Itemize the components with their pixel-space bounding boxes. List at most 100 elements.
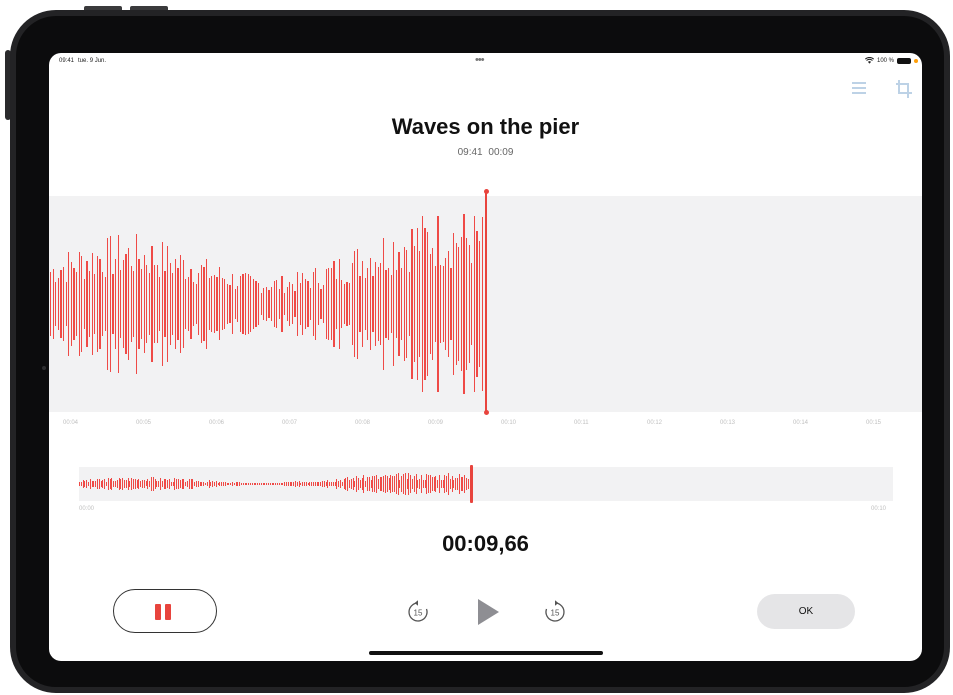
waveform-bar (450, 268, 452, 340)
waveform-bar (367, 267, 369, 341)
play-button[interactable] (472, 597, 502, 627)
waveform-bar (112, 273, 114, 335)
waveform-bar (447, 251, 449, 357)
waveform-bar (468, 244, 470, 364)
waveform-bar (91, 252, 93, 356)
waveform-bar (154, 264, 156, 344)
waveform-bar (343, 283, 345, 325)
waveform-bar (289, 281, 291, 327)
skip-back-icon: 15 (408, 600, 428, 622)
timeline-tick-label: 00:14 (793, 420, 809, 426)
recording-title[interactable]: Waves on the pier (49, 114, 922, 140)
waveform-bar (226, 284, 228, 324)
waveform-bar (479, 240, 481, 368)
waveform-bar (193, 282, 195, 326)
recording-subtitle: 09:41 00:09 (49, 147, 922, 158)
waveform-bar (65, 281, 67, 327)
waveform-bar (190, 269, 192, 339)
waveform-bar (185, 279, 187, 329)
waveform-bar (52, 268, 54, 339)
waveform-bar (232, 274, 234, 334)
trim-icon[interactable] (895, 79, 913, 99)
waveform-bar (442, 265, 444, 343)
waveform-bar (341, 279, 343, 329)
waveform-bar (390, 275, 392, 333)
waveform-bar (325, 268, 327, 340)
waveform-bar (432, 248, 434, 360)
playhead-bottom-knob[interactable] (483, 410, 489, 415)
waveform-bar (403, 246, 405, 362)
skip-forward-icon: 15 (545, 600, 565, 622)
waveform-bar (299, 282, 301, 326)
waveform-bar (328, 268, 330, 340)
waveform-bar (211, 275, 213, 333)
waveform-bar (109, 235, 111, 373)
waveform-bar (437, 215, 439, 393)
recording-duration: 00:09 (488, 147, 514, 158)
list-icon[interactable] (852, 81, 866, 95)
overview-end-label: 00:10 (871, 506, 887, 512)
waveform-bar (276, 280, 278, 328)
waveform-bar (458, 246, 460, 362)
waveform-bar (346, 281, 348, 327)
waveform-bar (148, 272, 150, 335)
waveform-bar (167, 245, 169, 363)
waveform-bar (239, 275, 241, 333)
waveform-bar (203, 267, 205, 341)
waveform-bar (70, 261, 72, 347)
waveform-bar (242, 274, 244, 334)
skip-back-button[interactable]: 15 (405, 599, 431, 625)
multitasking-dots[interactable]: ••• (475, 54, 485, 66)
waveform-bar (380, 263, 382, 345)
waveform-bar (177, 267, 179, 341)
overview-position-handle[interactable] (470, 465, 473, 503)
waveform-bar (294, 291, 296, 317)
waveform-bar (271, 286, 273, 322)
waveform-bar (57, 277, 59, 331)
waveform-bar (247, 274, 249, 334)
overview-waveform (79, 467, 893, 501)
waveform-bar (221, 278, 223, 330)
waveform-bar (50, 272, 52, 336)
waveform-bar (265, 287, 267, 321)
waveform-bar (377, 266, 379, 341)
waveform-bar (182, 259, 184, 349)
waveform-bar (133, 271, 135, 337)
waveform-bar (187, 276, 189, 332)
waveform-bar (86, 260, 88, 347)
waveform-bar (122, 259, 124, 349)
battery-percent: 100 % (876, 57, 894, 64)
waveform-bar (200, 265, 202, 343)
waveform-bar (411, 228, 413, 380)
waveform-bar (429, 254, 431, 354)
waveform-bar (372, 276, 374, 332)
camera-dot (42, 366, 46, 370)
pause-button[interactable] (113, 589, 217, 633)
pause-icon (155, 604, 173, 620)
waveform-bar (320, 288, 322, 320)
ok-button[interactable]: OK (757, 594, 855, 629)
waveform-bar (255, 281, 257, 327)
waveform-bar (481, 216, 483, 392)
timeline-tick-label: 00:10 (501, 420, 517, 426)
home-indicator[interactable] (369, 651, 603, 655)
waveform-bar (245, 272, 247, 336)
waveform-bar (208, 278, 210, 330)
waveform-bar (359, 275, 361, 333)
waveform-bar (395, 269, 397, 339)
timeline-tick-label: 00:09 (428, 420, 444, 426)
playhead[interactable] (485, 190, 487, 413)
waveform-bar (169, 263, 171, 345)
recording-time: 09:41 (457, 147, 483, 158)
waveform-bar (315, 268, 317, 340)
battery-icon (897, 57, 911, 64)
waveform-bar (424, 227, 426, 381)
waveform-bar (473, 215, 475, 393)
skip-forward-button[interactable]: 15 (542, 599, 568, 625)
playhead-top-knob[interactable] (483, 189, 489, 194)
waveform-bar (304, 278, 306, 330)
overview-scrubber[interactable] (79, 467, 893, 501)
waveform-bar (388, 267, 390, 341)
timeline-tick-label: 00:13 (720, 420, 736, 426)
play-icon (478, 599, 499, 625)
